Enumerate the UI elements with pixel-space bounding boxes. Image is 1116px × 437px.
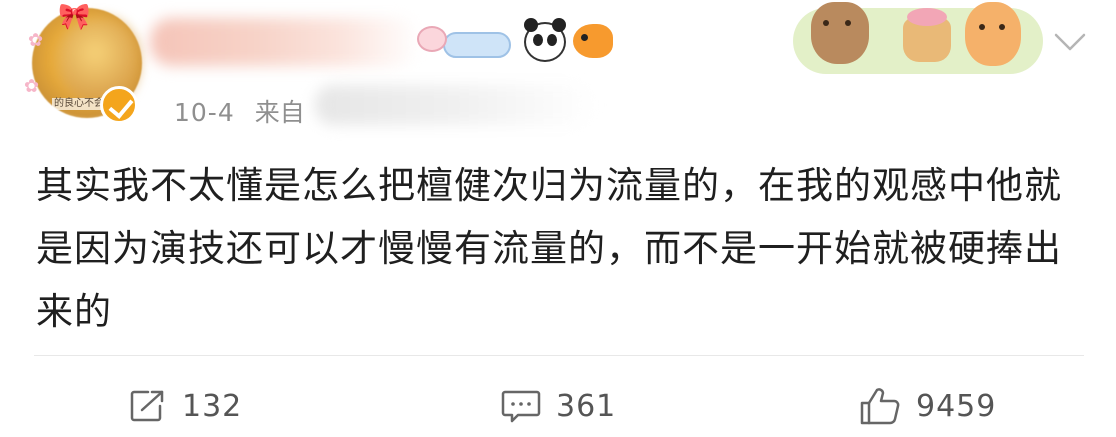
post-body-text: 其实我不太懂是怎么把檀健次归为流量的，在我的观感中他就是因为演技还可以才慢慢有流…	[36, 164, 1062, 333]
header-decoration	[793, 0, 1043, 80]
like-button[interactable]: 9459	[858, 384, 996, 428]
like-count: 9459	[916, 388, 997, 424]
avatar-caption: 的良心不会	[52, 98, 106, 110]
post-date: 10-4	[174, 98, 235, 127]
bow-decoration-icon: 🎀	[58, 2, 91, 32]
flower-decoration-icon: ✿	[28, 30, 44, 51]
pufferfish-sticker-icon	[573, 24, 613, 58]
username-blurred[interactable]	[150, 18, 420, 66]
capybara-decoration-icon	[811, 2, 869, 64]
post-source-blurred	[315, 85, 595, 125]
repost-icon	[128, 388, 168, 424]
thumbs-up-icon	[858, 386, 902, 426]
post-source-prefix: 来自	[254, 98, 305, 127]
post-meta: 10-4 来自	[174, 93, 305, 127]
panda-sticker-icon	[524, 18, 566, 62]
repost-count: 132	[182, 388, 243, 424]
comment-count: 361	[556, 388, 617, 424]
verified-badge-icon	[100, 86, 138, 124]
chevron-down-icon[interactable]	[1053, 30, 1087, 54]
divider	[34, 355, 1084, 356]
comment-icon	[500, 388, 542, 424]
weibo-post-card: 🎀 ✿ ✿ 的良心不会 10-4 来自 其实我不太懂是怎么把檀健次归为流量的，在我…	[0, 0, 1116, 437]
flower-basket-decoration-icon	[903, 8, 951, 62]
bunny-sticker-icon	[415, 22, 513, 62]
repost-button[interactable]: 132	[128, 384, 242, 428]
comment-button[interactable]: 361	[500, 384, 616, 428]
flower-decoration-icon: ✿	[24, 76, 40, 97]
tiger-decoration-icon	[965, 2, 1021, 66]
